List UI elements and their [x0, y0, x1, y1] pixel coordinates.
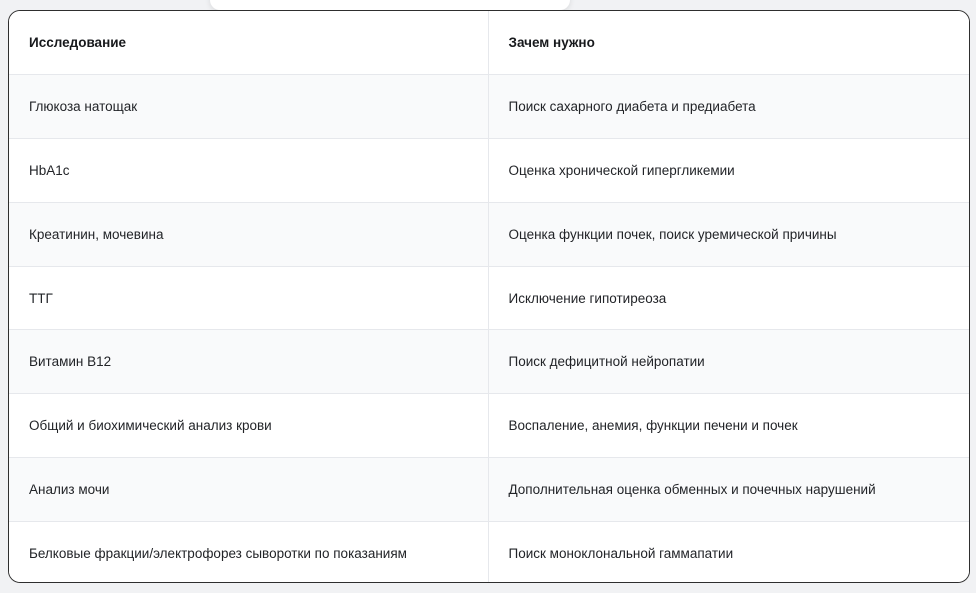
- table-row: Витамин B12 Поиск дефицитной нейропатии: [9, 329, 969, 395]
- purpose-cell: Исключение гипотиреоза: [488, 266, 969, 331]
- purpose-cell: Оценка хронической гипергликемии: [488, 138, 969, 203]
- table-row: Креатинин, мочевина Оценка функции почек…: [9, 202, 969, 267]
- page: Исследование Зачем нужно Глюкоза натощак…: [0, 0, 976, 593]
- investigation-cell: ТТГ: [9, 266, 489, 331]
- purpose-cell: Поиск сахарного диабета и предиабета: [488, 74, 969, 140]
- table-row: Общий и биохимический анализ крови Воспа…: [9, 393, 969, 459]
- column-header-purpose: Зачем нужно: [488, 11, 969, 76]
- purpose-cell: Поиск моноклональной гаммапатии: [488, 521, 969, 582]
- purpose-cell: Дополнительная оценка обменных и почечны…: [488, 457, 969, 522]
- table-row: HbA1c Оценка хронической гипергликемии: [9, 138, 969, 203]
- investigations-table: Исследование Зачем нужно Глюкоза натощак…: [9, 11, 969, 582]
- table-row: Белковые фракции/электрофорез сыворотки …: [9, 521, 969, 582]
- investigation-cell: Белковые фракции/электрофорез сыворотки …: [9, 521, 489, 582]
- table-row: Глюкоза натощак Поиск сахарного диабета …: [9, 74, 969, 140]
- investigation-cell: Креатинин, мочевина: [9, 202, 489, 267]
- purpose-cell: Поиск дефицитной нейропатии: [488, 329, 969, 395]
- investigation-cell: HbA1c: [9, 138, 489, 203]
- table-row: Анализ мочи Дополнительная оценка обменн…: [9, 457, 969, 522]
- investigation-cell: Витамин B12: [9, 329, 489, 395]
- investigation-cell: Анализ мочи: [9, 457, 489, 522]
- column-header-investigation: Исследование: [9, 11, 489, 76]
- investigation-cell: Глюкоза натощак: [9, 74, 489, 140]
- table-row: ТТГ Исключение гипотиреоза: [9, 266, 969, 331]
- table-header-row: Исследование Зачем нужно: [9, 11, 969, 76]
- purpose-cell: Оценка функции почек, поиск уремической …: [488, 202, 969, 267]
- purpose-cell: Воспаление, анемия, функции печени и поч…: [488, 393, 969, 459]
- table-container: Исследование Зачем нужно Глюкоза натощак…: [8, 10, 970, 583]
- floating-toolbar: [210, 0, 570, 10]
- investigation-cell: Общий и биохимический анализ крови: [9, 393, 489, 459]
